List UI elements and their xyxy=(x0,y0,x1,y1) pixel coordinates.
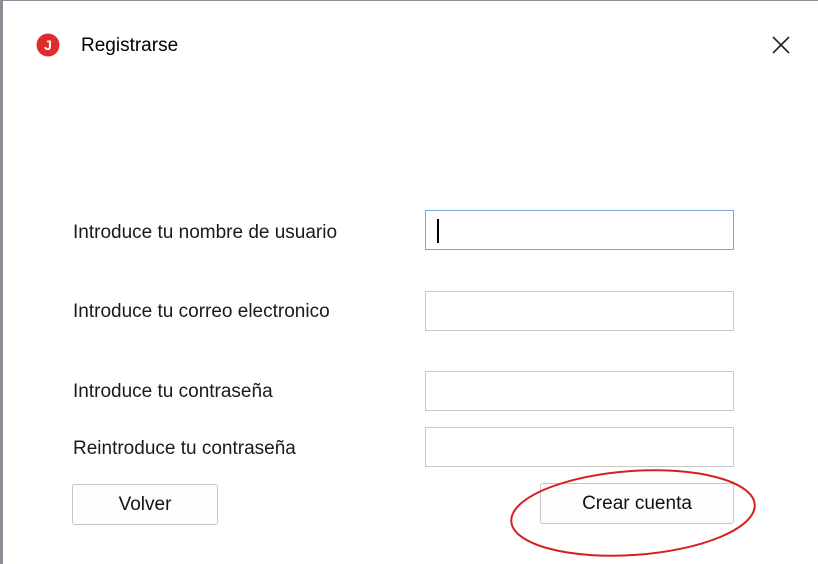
svg-text:J: J xyxy=(44,37,52,53)
username-input[interactable] xyxy=(425,210,734,250)
email-label: Introduce tu correo electronico xyxy=(73,301,330,322)
username-label: Introduce tu nombre de usuario xyxy=(73,222,338,243)
text-caret xyxy=(437,219,439,243)
close-icon xyxy=(772,36,790,54)
confirm-password-input[interactable] xyxy=(425,427,734,467)
title-bar: J Registrarse xyxy=(3,1,818,89)
back-button[interactable]: Volver xyxy=(72,484,218,525)
email-input[interactable] xyxy=(425,291,734,331)
register-window: J Registrarse Introduce tu nombre de usu… xyxy=(0,0,818,564)
java-app-icon: J xyxy=(36,33,60,57)
close-button[interactable] xyxy=(763,27,799,63)
window-title: Registrarse xyxy=(81,35,179,56)
confirm-password-label: Reintroduce tu contraseña xyxy=(73,438,296,459)
password-input[interactable] xyxy=(425,371,734,411)
password-label: Introduce tu contraseña xyxy=(73,381,273,402)
create-account-button[interactable]: Crear cuenta xyxy=(540,483,734,524)
